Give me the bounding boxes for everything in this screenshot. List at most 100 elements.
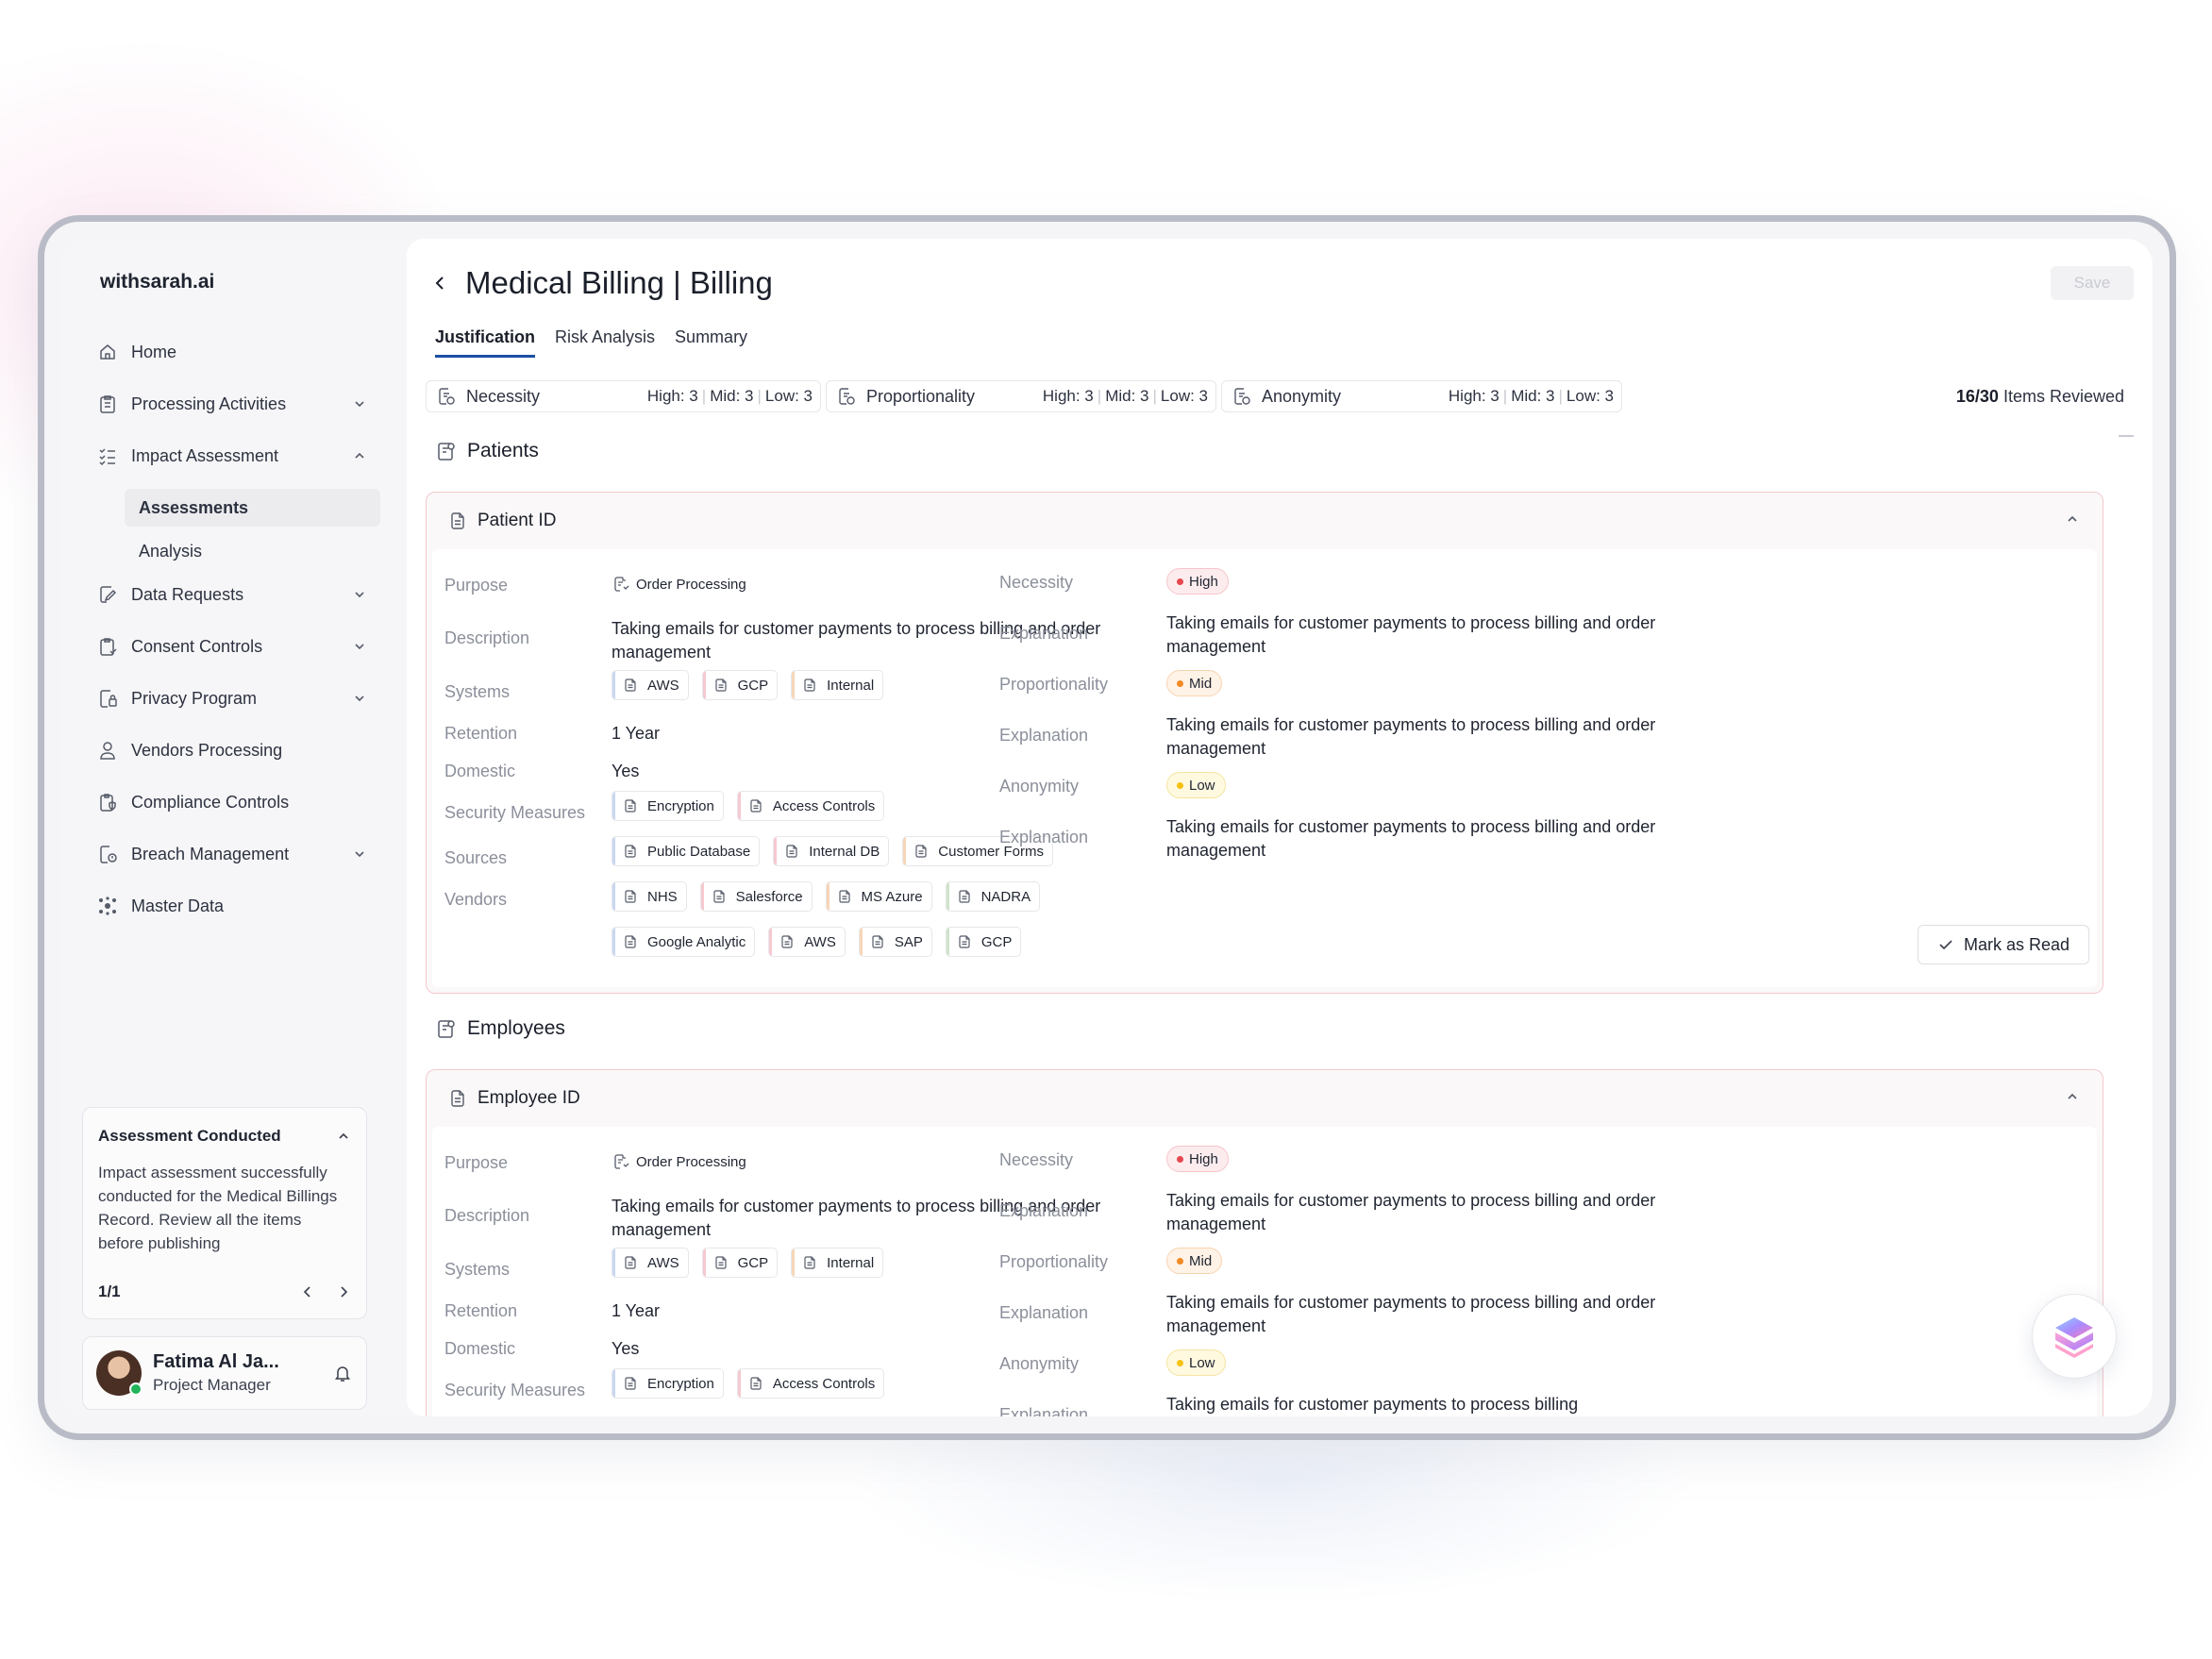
stat-high: High: 3 xyxy=(1448,387,1500,405)
tab-risk-analysis[interactable]: Risk Analysis xyxy=(555,327,655,358)
save-button[interactable]: Save xyxy=(2051,266,2134,300)
document-check-icon xyxy=(612,1152,630,1171)
chevron-up-icon[interactable] xyxy=(352,448,367,463)
chevron-down-icon[interactable] xyxy=(352,846,367,862)
tag-chip[interactable]: NADRA xyxy=(945,881,1041,912)
stat-low: Low: 3 xyxy=(1566,387,1614,405)
stat-mid: Mid: 3 xyxy=(1511,387,1555,405)
sidebar-item-breach-management[interactable]: Breach Management xyxy=(82,835,380,873)
sidebar-item-master-data[interactable]: Master Data xyxy=(82,887,380,925)
tag-chip[interactable]: Google Analytic xyxy=(612,927,756,957)
tag-chip[interactable]: MS Azure xyxy=(825,881,932,912)
tag-chip[interactable]: Encryption xyxy=(612,1368,724,1399)
mark-as-read-button[interactable]: Mark as Read xyxy=(1918,925,2090,964)
data-item-card: Employee ID Purpose Order Processing Descri… xyxy=(426,1069,2103,1416)
tag-chip[interactable]: GCP xyxy=(701,1248,779,1278)
document-icon xyxy=(836,386,857,407)
field-label-vendors: Vendors xyxy=(444,890,508,909)
tag-chip[interactable]: AWS xyxy=(768,927,846,957)
user-icon xyxy=(97,740,118,761)
field-label-explanation: Explanation xyxy=(999,1303,1089,1322)
field-label-sources: Sources xyxy=(444,848,508,867)
sidebar-item-data-requests[interactable]: Data Requests xyxy=(82,576,380,613)
document-icon xyxy=(447,1088,468,1109)
systems-chips: AWS GCP Internal xyxy=(612,670,897,700)
tag-chip[interactable]: Internal DB xyxy=(773,836,890,866)
field-label-domestic: Domestic xyxy=(444,762,516,780)
chevron-left-icon[interactable] xyxy=(300,1284,315,1299)
sources-chips: Public Database Internal DB Customer Forms xyxy=(612,836,1066,866)
ai-assistant-button[interactable] xyxy=(2032,1294,2117,1379)
field-label-proportionality: Proportionality xyxy=(999,1252,1109,1271)
retention-value: 1 Year xyxy=(612,724,661,743)
vendors-chips: NHS Salesforce MS Azure NADRA xyxy=(612,881,1053,912)
tab-justification[interactable]: Justification xyxy=(435,327,536,358)
document-icon xyxy=(436,386,457,407)
stat-necessity: Necessity High: 3 | Mid: 3 | Low: 3 xyxy=(426,380,821,412)
clipboard-check-icon xyxy=(97,636,118,657)
chevron-up-icon[interactable] xyxy=(2065,1089,2084,1108)
user-role: Project Manager xyxy=(153,1376,271,1394)
sidebar-item-vendors-processing[interactable]: Vendors Processing xyxy=(82,731,380,769)
document-icon xyxy=(748,1376,763,1391)
tag-chip[interactable]: GCP xyxy=(945,927,1022,957)
sidebar-item-compliance-controls[interactable]: Compliance Controls xyxy=(82,783,380,821)
sidebar-item-impact-assessment[interactable]: Impact Assessment xyxy=(82,437,380,475)
tag-chip[interactable]: Access Controls xyxy=(736,791,885,821)
document-icon xyxy=(623,1255,638,1270)
tab-summary[interactable]: Summary xyxy=(675,327,747,358)
field-label-proportionality: Proportionality xyxy=(999,675,1109,694)
domestic-value: Yes xyxy=(612,1339,640,1358)
tag-chip[interactable]: SAP xyxy=(858,927,932,957)
chevron-right-icon[interactable] xyxy=(336,1284,351,1299)
clipboard-shield-icon xyxy=(97,792,118,813)
sidebar-subitem-assessments[interactable]: Assessments xyxy=(125,489,380,527)
bell-icon[interactable] xyxy=(332,1363,353,1383)
risk-badge-high: High xyxy=(1166,568,1229,595)
tag-chip[interactable]: Salesforce xyxy=(699,881,813,912)
stat-name: Anonymity xyxy=(1262,386,1342,406)
document-icon xyxy=(623,798,638,813)
tag-chip[interactable]: Access Controls xyxy=(736,1368,885,1399)
tag-chip[interactable]: AWS xyxy=(612,670,689,700)
field-label-domestic: Domestic xyxy=(444,1339,516,1358)
field-label-anonymity: Anonymity xyxy=(999,1354,1080,1373)
tag-chip[interactable]: NHS xyxy=(612,881,687,912)
chevron-down-icon[interactable] xyxy=(352,587,367,602)
tag-chip[interactable]: Public Database xyxy=(612,836,761,866)
tag-chip[interactable]: GCP xyxy=(701,670,779,700)
sidebar-item-home[interactable]: Home xyxy=(82,333,380,371)
tag-chip[interactable]: Internal xyxy=(791,670,884,700)
sidebar-item-label: Breach Management xyxy=(131,844,290,863)
document-icon xyxy=(1232,386,1252,407)
sidebar-item-consent-controls[interactable]: Consent Controls xyxy=(82,628,380,665)
document-icon xyxy=(447,511,468,531)
stat-anonymity: Anonymity High: 3 | Mid: 3 | Low: 3 xyxy=(1221,380,1622,412)
back-arrow-icon[interactable] xyxy=(427,270,454,296)
field-label-purpose: Purpose xyxy=(444,1153,509,1172)
tag-chip[interactable]: AWS xyxy=(612,1248,689,1278)
stat-name: Proportionality xyxy=(866,386,976,406)
card-header[interactable]: Patient ID xyxy=(427,493,2103,549)
document-icon xyxy=(802,1255,817,1270)
domestic-value: Yes xyxy=(612,762,640,780)
stats-bar: Necessity High: 3 | Mid: 3 | Low: 3 Proportion… xyxy=(426,380,2134,412)
chevron-up-icon[interactable] xyxy=(2065,511,2084,530)
tag-chip[interactable]: Internal xyxy=(791,1248,884,1278)
card-header[interactable]: Employee ID xyxy=(427,1070,2103,1127)
tag-chip[interactable]: Encryption xyxy=(612,791,724,821)
scroll-indicator[interactable] xyxy=(2119,435,2134,437)
sidebar-subitem-analysis[interactable]: Analysis xyxy=(125,532,380,570)
chevron-down-icon[interactable] xyxy=(352,396,367,411)
chevron-down-icon[interactable] xyxy=(352,639,367,654)
collapse-icon[interactable] xyxy=(336,1129,351,1144)
sidebar-item-privacy-program[interactable]: Privacy Program xyxy=(82,679,380,717)
document-icon xyxy=(784,844,799,859)
main-content: Medical Billing | Billing Save Justifica… xyxy=(407,239,2153,1416)
sidebar-item-label: Home xyxy=(131,342,177,361)
chevron-down-icon[interactable] xyxy=(352,691,367,706)
field-label-retention: Retention xyxy=(444,1301,518,1320)
document-icon xyxy=(623,934,638,949)
user-profile-card[interactable]: Fatima Al Ja... Project Manager xyxy=(82,1336,367,1410)
sidebar-item-processing-activities[interactable]: Processing Activities xyxy=(82,385,380,423)
